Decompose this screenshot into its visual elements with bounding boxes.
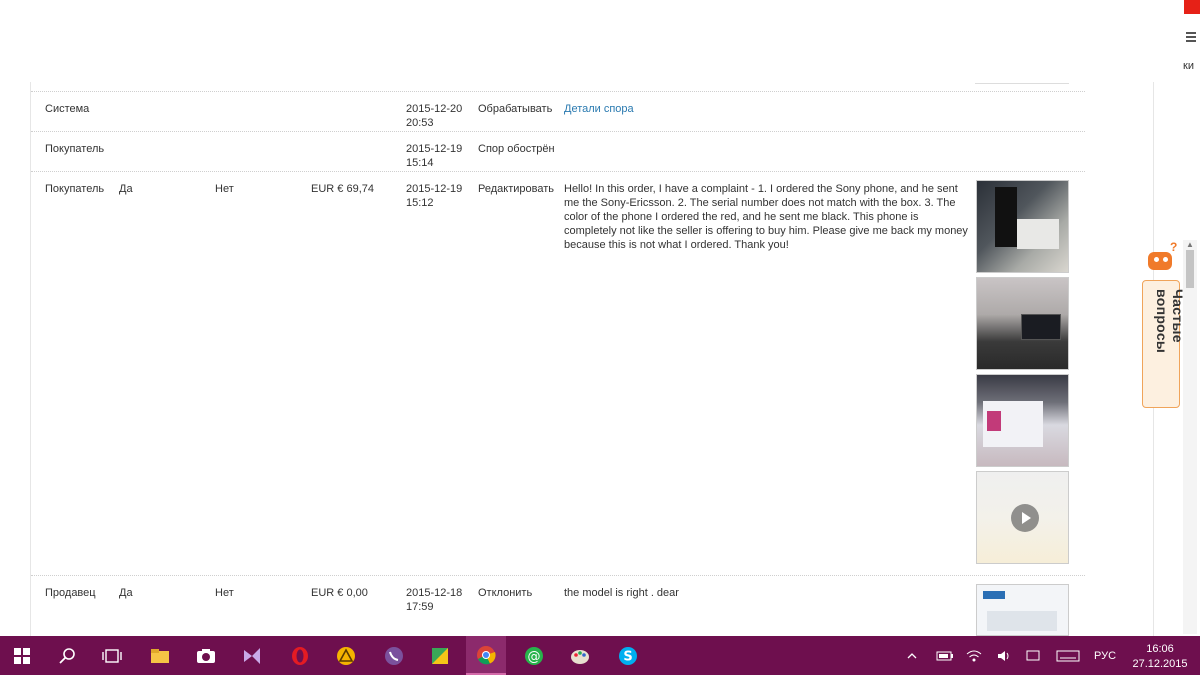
- faq-widget[interactable]: ? Частые вопросы: [1142, 240, 1186, 410]
- taskbar-viber[interactable]: [374, 636, 414, 675]
- viber-icon[interactable]: [384, 646, 404, 666]
- evidence-photo[interactable]: [976, 374, 1069, 467]
- start-button[interactable]: [2, 636, 42, 675]
- wifi-icon[interactable]: [966, 636, 982, 675]
- action-cell: Обрабатывать: [478, 103, 553, 115]
- taskbar-app-triangle[interactable]: [326, 636, 366, 675]
- red-corner-badge: [1184, 0, 1200, 14]
- palette-icon[interactable]: [570, 646, 590, 666]
- camera-icon[interactable]: [196, 646, 216, 666]
- dispute-history-table: Система 2015-12-20 20:53 Обрабатывать Де…: [30, 82, 1154, 637]
- clock-time: 16:06: [1146, 643, 1174, 655]
- scroll-up-icon[interactable]: ▲: [1186, 240, 1194, 249]
- notifications-icon[interactable]: [1026, 636, 1040, 675]
- time-value: 15:12: [406, 197, 434, 209]
- role-cell: Продавец: [45, 587, 96, 599]
- time-value: 17:59: [406, 601, 434, 613]
- date-value: 2015-12-18: [406, 587, 463, 599]
- app-triangle-icon[interactable]: [336, 646, 356, 666]
- no-cell: Нет: [215, 183, 234, 195]
- right-edge-label: ки: [1183, 60, 1194, 72]
- windows-icon[interactable]: [12, 646, 32, 666]
- evidence-thumbnails: [976, 584, 1070, 640]
- faq-label: Частые вопросы: [1154, 289, 1186, 354]
- action-cell: Отклонить: [478, 587, 533, 599]
- robot-icon[interactable]: ?: [1144, 240, 1177, 276]
- yes-cell: Да: [119, 183, 133, 195]
- maps-icon[interactable]: [430, 646, 450, 666]
- scroll-thumb[interactable]: [1186, 250, 1194, 288]
- complaint-text: Hello! In this order, I have a complaint…: [564, 183, 968, 251]
- dispute-details-link[interactable]: Детали спора: [564, 102, 972, 116]
- faq-tab[interactable]: Частые вопросы: [1142, 280, 1186, 408]
- time-value: 20:53: [406, 117, 434, 129]
- evidence-photo[interactable]: [976, 180, 1069, 273]
- folder-icon[interactable]: [150, 646, 170, 666]
- role-cell: Покупатель: [45, 143, 105, 155]
- svg-text:S: S: [623, 649, 632, 664]
- tray-show-hidden-icon[interactable]: [906, 636, 918, 675]
- taskbar-chrome[interactable]: [466, 636, 506, 675]
- visual-studio-icon[interactable]: [242, 646, 262, 666]
- volume-icon[interactable]: [996, 636, 1012, 675]
- clock-date: 27.12.2015: [1132, 658, 1188, 670]
- amount-cell: EUR € 69,74: [311, 183, 374, 195]
- taskbar-maps-app[interactable]: [420, 636, 460, 675]
- date-cell: 2015-12-20 20:53: [406, 102, 474, 130]
- table-row: Покупатель 2015-12-19 15:14 Спор обострё…: [31, 131, 1085, 171]
- at-sign-icon[interactable]: @: [524, 646, 544, 666]
- windows-taskbar: @ S РУС 16:06 27.12.2015: [0, 636, 1200, 675]
- opera-icon[interactable]: [290, 646, 310, 666]
- date-value: 2015-12-19: [406, 143, 463, 155]
- seller-reply-text: the model is right . dear: [564, 587, 679, 599]
- time-value: 15:14: [406, 157, 434, 169]
- date-cell: 2015-12-19 15:12: [406, 182, 474, 210]
- date-cell: 2015-12-18 17:59: [406, 586, 474, 614]
- date-value: 2015-12-20: [406, 103, 463, 115]
- taskbar-explorer[interactable]: [140, 636, 180, 675]
- evidence-screenshot[interactable]: [976, 584, 1069, 636]
- input-language[interactable]: РУС: [1094, 650, 1116, 662]
- evidence-video[interactable]: [976, 471, 1069, 564]
- task-view-icon[interactable]: [102, 646, 122, 666]
- action-cell: Редактировать: [478, 183, 554, 195]
- system-clock[interactable]: 16:06 27.12.2015: [1128, 642, 1192, 672]
- battery-icon[interactable]: [936, 636, 954, 675]
- role-cell: Покупатель: [45, 183, 105, 195]
- taskbar-visual-studio[interactable]: [232, 636, 272, 675]
- taskbar-camera[interactable]: [186, 636, 226, 675]
- date-value: 2015-12-19: [406, 183, 463, 195]
- action-cell: Спор обострён: [478, 143, 555, 155]
- yes-cell: Да: [119, 587, 133, 599]
- chrome-icon[interactable]: [476, 645, 496, 665]
- table-row: Покупатель Да Нет EUR € 69,74 2015-12-19…: [31, 171, 1085, 575]
- menu-icon[interactable]: [1186, 32, 1196, 42]
- search-button[interactable]: [48, 636, 88, 675]
- no-cell: Нет: [215, 587, 234, 599]
- taskbar-mail-agent[interactable]: @: [514, 636, 554, 675]
- task-view-button[interactable]: [92, 636, 132, 675]
- svg-text:@: @: [528, 649, 541, 664]
- evidence-thumbnails: [976, 180, 1070, 568]
- page-scrollbar[interactable]: ▲: [1183, 240, 1197, 634]
- play-icon[interactable]: [1011, 504, 1039, 532]
- taskbar-opera[interactable]: [280, 636, 320, 675]
- role-cell: Система: [45, 103, 90, 115]
- keyboard-icon[interactable]: [1056, 636, 1080, 675]
- amount-cell: EUR € 0,00: [311, 587, 368, 599]
- table-row: Система 2015-12-20 20:53 Обрабатывать Де…: [31, 91, 1085, 131]
- evidence-photo[interactable]: [976, 277, 1069, 370]
- table-row: Продавец Да Нет EUR € 0,00 2015-12-18 17…: [31, 575, 1085, 637]
- date-cell: 2015-12-19 15:14: [406, 142, 474, 170]
- previous-thumbnail-edge: [975, 82, 1069, 84]
- skype-icon[interactable]: S: [618, 646, 638, 666]
- taskbar-skype[interactable]: S: [608, 636, 648, 675]
- taskbar-paint[interactable]: [560, 636, 600, 675]
- browser-top-area: ки: [0, 0, 1200, 82]
- search-icon[interactable]: [58, 646, 78, 666]
- faq-question-badge: ?: [1170, 240, 1178, 254]
